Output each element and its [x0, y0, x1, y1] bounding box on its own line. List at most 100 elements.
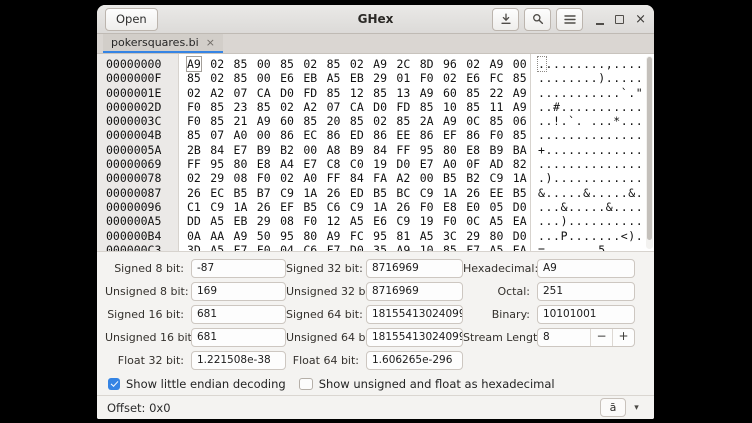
options-row: Show little endian decoding Show unsigne… [97, 373, 654, 395]
statusbar-dropdown-button[interactable]: ▾ [629, 403, 644, 413]
hex-row[interactable]: 0A AA A9 50 95 80 A9 FC 95 81 A5 3C 29 8… [187, 229, 530, 243]
ascii-column[interactable]: .........,.............)................… [530, 54, 654, 251]
float-32-bit-field[interactable]: 1.221508e-38 [191, 351, 286, 370]
offset-label: 00000000 [106, 57, 178, 71]
unsigned-32-bit-label: Unsigned 32 bit: [286, 285, 366, 298]
tab-pokersquares[interactable]: pokersquares.bin × [103, 34, 223, 53]
hexadecimal-field[interactable]: A9 [537, 259, 635, 278]
hexadecimal-label: Hexadecimal: [463, 262, 537, 275]
ascii-row[interactable]: ...&.....&..... [538, 200, 654, 214]
ascii-cursor[interactable]: . [538, 57, 546, 71]
binary-field[interactable]: 10101001 [537, 305, 635, 324]
tab-label: pokersquares.bin [111, 36, 198, 49]
conversions-panel: Signed 8 bit:-87Signed 32 bit:8716969Hex… [97, 251, 654, 373]
ascii-row[interactable]: ...)........... [538, 214, 654, 228]
hex-view: 000000000000000F0000001E0000002D0000003C… [97, 54, 654, 251]
hex-display-checkbox[interactable] [299, 378, 313, 390]
find-button[interactable] [524, 8, 551, 31]
status-bar: Offset: 0x0 ā ▾ [97, 395, 654, 419]
ascii-row[interactable]: ...........`.". [538, 86, 654, 100]
signed-8-bit-field[interactable]: -87 [191, 259, 286, 278]
hex-row[interactable]: 02 A2 07 CA D0 FD 85 12 85 13 A9 60 85 2… [187, 86, 530, 100]
hex-row[interactable]: 02 29 08 F0 02 A0 FF 84 FA A2 00 B5 B2 C… [187, 171, 530, 185]
hex-column[interactable]: A9 02 85 00 85 02 85 02 A9 2C 8D 96 02 A… [179, 54, 530, 251]
maximize-button[interactable] [615, 15, 624, 24]
character-table-button[interactable]: ā [600, 398, 626, 417]
offset-label: 0000000F [106, 71, 178, 85]
vertical-scrollbar[interactable] [646, 56, 653, 249]
signed-16-bit-label: Signed 16 bit: [105, 308, 191, 321]
save-download-icon [500, 13, 512, 25]
stream-length-value[interactable]: 8 [538, 329, 590, 346]
ascii-row[interactable]: ........)...... [538, 71, 654, 85]
unsigned-64-bit-field[interactable]: 181554130240996 [366, 328, 463, 347]
hex-display-option[interactable]: Show unsigned and float as hexadecimal [299, 377, 555, 391]
close-icon: × [635, 13, 646, 26]
hex-cursor[interactable]: A9 [187, 57, 201, 71]
offset-label: 0000004B [106, 128, 178, 142]
ascii-row[interactable]: &.....&.....&.. [538, 186, 654, 200]
ascii-row[interactable]: ..#............ [538, 100, 654, 114]
ascii-row[interactable]: ............... [538, 128, 654, 142]
ascii-row[interactable]: .)............. [538, 171, 654, 185]
hex-row[interactable]: A9 02 85 00 85 02 85 02 A9 2C 8D 96 02 A… [187, 57, 530, 71]
unsigned-16-bit-field[interactable]: 681 [191, 328, 286, 347]
hex-display-label: Show unsigned and float as hexadecimal [319, 377, 555, 391]
hex-row[interactable]: 2B 84 E7 B9 B2 00 A8 B9 84 FF 95 80 E8 B… [187, 143, 530, 157]
tab-close-icon[interactable]: × [206, 37, 215, 48]
hex-row[interactable]: C1 C9 1A 26 EF B5 C6 C9 1A 26 F0 E8 E0 0… [187, 200, 530, 214]
hex-row[interactable]: 3D A5 F7 F0 04 C6 F7 D0 35 A9 10 85 F7 A… [187, 243, 530, 251]
minimize-icon [596, 14, 604, 25]
char-mode-icon: ā [610, 401, 617, 414]
hamburger-menu-icon [564, 14, 576, 25]
ascii-row[interactable]: ...P.......<).. [538, 229, 654, 243]
signed-16-bit-field[interactable]: 681 [191, 305, 286, 324]
unsigned-32-bit-field[interactable]: 8716969 [366, 282, 463, 301]
header-bar: Open GHex × [97, 5, 654, 34]
tab-bar: pokersquares.bin × [97, 34, 654, 54]
ascii-row[interactable]: .........,..... [538, 57, 654, 71]
hex-row[interactable]: 85 02 85 00 E6 EB A5 EB 29 01 F0 02 E6 F… [187, 71, 530, 85]
scrollbar-thumb[interactable] [647, 57, 652, 240]
offset-label: 00000069 [106, 157, 178, 171]
signed-64-bit-field[interactable]: 181554130240996 [366, 305, 463, 324]
spin-increment-button[interactable]: + [612, 329, 634, 346]
hex-row[interactable]: F0 85 23 85 02 A2 07 CA D0 FD 85 10 85 1… [187, 100, 530, 114]
open-button[interactable]: Open [105, 8, 158, 31]
offset-label: 0000001E [106, 86, 178, 100]
stream-length-spinbutton[interactable]: 8−+ [537, 328, 635, 347]
unsigned-8-bit-field[interactable]: 169 [191, 282, 286, 301]
ascii-row[interactable]: +.............. [538, 143, 654, 157]
hex-row[interactable]: F0 85 21 A9 60 85 20 85 02 85 2A A9 0C 8… [187, 114, 530, 128]
minimize-button[interactable] [596, 14, 604, 25]
hex-row[interactable]: 26 EC B5 B7 C9 1A 26 ED B5 BC C9 1A 26 E… [187, 186, 530, 200]
search-icon [532, 13, 544, 25]
spin-decrement-button[interactable]: − [590, 329, 612, 346]
float-32-bit-label: Float 32 bit: [105, 354, 191, 367]
offset-label: 000000C3 [106, 243, 178, 251]
statusbar-actions: ā ▾ [600, 398, 644, 417]
unsigned-64-bit-label: Unsigned 64 bit: [286, 331, 366, 344]
float-64-bit-field[interactable]: 1.606265e-296 [366, 351, 463, 370]
little-endian-option[interactable]: Show little endian decoding [108, 377, 286, 391]
octal-field[interactable]: 251 [537, 282, 635, 301]
little-endian-checkbox[interactable] [108, 378, 120, 390]
offset-label: 00000078 [106, 171, 178, 185]
ascii-row[interactable]: =.......5...... [538, 243, 654, 251]
float-64-bit-label: Float 64 bit: [286, 354, 366, 367]
signed-32-bit-field[interactable]: 8716969 [366, 259, 463, 278]
offsets-column: 000000000000000F0000001E0000002D0000003C… [97, 54, 179, 251]
unsigned-8-bit-label: Unsigned 8 bit: [105, 285, 191, 298]
save-button[interactable] [492, 8, 519, 31]
main-menu-button[interactable] [556, 8, 583, 31]
hex-row[interactable]: 85 07 A0 00 86 EC 86 ED 86 EE 86 EF 86 F… [187, 128, 530, 142]
hex-row[interactable]: DD A5 EB 29 08 F0 12 A5 E6 C9 19 F0 0C A… [187, 214, 530, 228]
close-button[interactable]: × [635, 13, 646, 26]
ghex-window: Open GHex × [97, 5, 654, 419]
hex-row[interactable]: FF 95 80 E8 A4 E7 C8 C0 19 D0 E7 A0 0F A… [187, 157, 530, 171]
offset-label: 0000005A [106, 143, 178, 157]
ascii-row[interactable]: ............... [538, 157, 654, 171]
offset-label: 00000087 [106, 186, 178, 200]
offset-status: Offset: 0x0 [107, 401, 171, 415]
ascii-row[interactable]: ..!.`. ...*.... [538, 114, 654, 128]
